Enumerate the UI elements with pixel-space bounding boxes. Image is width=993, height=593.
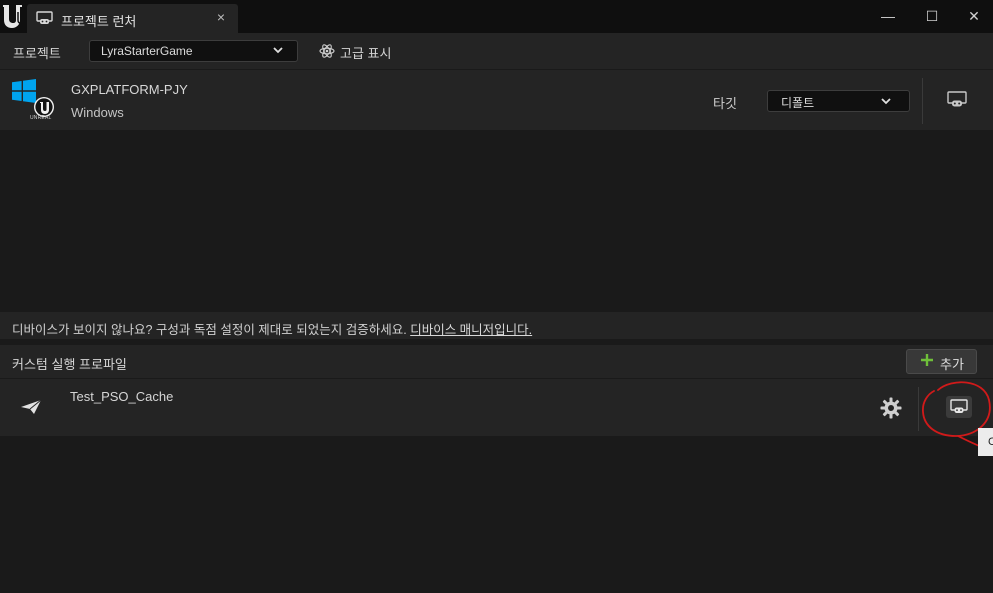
custom-profiles-title: 커스텀 실행 프로파일 <box>12 357 127 372</box>
target-dropdown[interactable]: 디폴트 <box>767 90 910 112</box>
target-label: 타깃 <box>713 96 737 111</box>
project-bar: 프로젝트 LyraStarterGame 고급 표시 <box>0 33 993 69</box>
maximize-button[interactable]: ☐ <box>918 4 946 28</box>
gamepad-monitor-icon[interactable] <box>947 91 967 109</box>
tooltip: C <box>978 428 993 456</box>
target-dropdown-value: 디폴트 <box>781 96 815 110</box>
show-advanced-toggle[interactable]: 고급 표시 <box>340 43 391 62</box>
paper-plane-icon <box>21 399 42 414</box>
device-os: Windows <box>71 105 124 120</box>
add-profile-button[interactable]: 추가 <box>906 349 977 374</box>
device-row[interactable]: UNREAL GXPLATFORM-PJY Windows 타깃 디폴트 <box>0 70 993 130</box>
project-dropdown[interactable]: LyraStarterGame <box>89 40 298 62</box>
minimize-button[interactable]: — <box>874 4 902 28</box>
custom-profiles-header: 커스텀 실행 프로파일 추가 <box>0 345 993 378</box>
device-hint-bar: 디바이스가 보이지 않나요? 구성과 독점 설정이 제대로 되었는지 검증하세요… <box>0 312 993 339</box>
add-profile-label: 추가 <box>940 357 964 372</box>
device-hint-text: 디바이스가 보이지 않나요? 구성과 독점 설정이 제대로 되었는지 검증하세요… <box>12 323 411 337</box>
project-launcher-tab[interactable]: 프로젝트 런처 × <box>27 4 238 33</box>
unreal-engine-logo-icon <box>3 5 22 28</box>
chevron-down-icon <box>273 47 283 54</box>
list-item[interactable]: Test_PSO_Cache <box>0 379 993 436</box>
atom-icon[interactable] <box>319 43 335 59</box>
close-window-button[interactable]: ✕ <box>960 4 988 28</box>
tooltip-text: C <box>988 436 993 448</box>
project-dropdown-value: LyraStarterGame <box>101 44 193 58</box>
tab-close-button[interactable]: × <box>214 9 228 25</box>
tab-title: 프로젝트 런처 <box>61 14 137 29</box>
gamepad-monitor-icon <box>36 11 53 24</box>
divider <box>922 78 923 124</box>
chevron-down-icon <box>881 98 891 105</box>
profile-name: Test_PSO_Cache <box>70 389 174 404</box>
project-label: 프로젝트 <box>13 46 61 61</box>
title-bar: 프로젝트 런처 × — ☐ ✕ <box>0 0 993 33</box>
gear-icon[interactable] <box>880 397 902 419</box>
device-name: GXPLATFORM-PJY <box>71 82 188 97</box>
device-manager-link[interactable]: 디바이스 매니저입니다. <box>410 323 532 337</box>
plus-icon <box>921 354 933 366</box>
device-hint: 디바이스가 보이지 않나요? 구성과 독점 설정이 제대로 되었는지 검증하세요… <box>12 319 532 338</box>
unreal-badge-text: UNREAL <box>30 115 52 121</box>
